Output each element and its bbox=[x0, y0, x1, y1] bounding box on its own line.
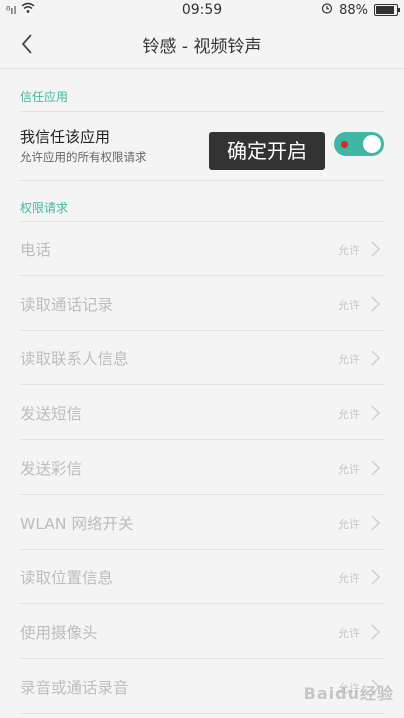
nav-bar: 铃感 - 视频铃声 bbox=[0, 20, 404, 68]
chevron-right-icon bbox=[371, 350, 381, 366]
status-right: 88% bbox=[321, 2, 400, 18]
permission-row[interactable]: 读取通话记录 允许 bbox=[0, 277, 404, 331]
permission-row[interactable]: 使用摄像头 允许 bbox=[0, 605, 404, 659]
permission-label: 录音或通话录音 bbox=[20, 678, 129, 697]
permission-value: 允许 bbox=[338, 517, 360, 531]
permission-value: 允许 bbox=[338, 462, 360, 476]
permission-row[interactable]: 发送短信 允许 bbox=[0, 386, 404, 441]
page-title: 铃感 - 视频铃声 bbox=[142, 37, 262, 57]
permission-label: 使用摄像头 bbox=[20, 623, 98, 642]
permission-row[interactable]: 电话 允许 bbox=[0, 222, 404, 276]
chevron-right-icon bbox=[371, 569, 381, 585]
permission-value: 允许 bbox=[338, 408, 360, 422]
divider bbox=[20, 712, 384, 714]
battery-percent: 88% bbox=[339, 2, 368, 18]
divider bbox=[20, 111, 384, 112]
permission-value: 允许 bbox=[338, 298, 360, 312]
permission-row[interactable]: 发送彩信 允许 bbox=[0, 441, 404, 495]
permission-label: 读取通话记录 bbox=[20, 295, 114, 314]
alarm-icon bbox=[321, 2, 333, 18]
red-dot-marker bbox=[341, 141, 348, 148]
permission-value: 允许 bbox=[338, 244, 360, 257]
trust-app-toggle[interactable] bbox=[334, 132, 384, 156]
nav-divider bbox=[0, 68, 404, 69]
permissions-section-header: 权限请求 bbox=[20, 201, 69, 215]
chevron-right-icon bbox=[371, 296, 381, 312]
permission-value: 允许 bbox=[338, 572, 360, 586]
permission-label: 发送彩信 bbox=[20, 459, 83, 478]
permission-label: 读取联系人信息 bbox=[20, 350, 129, 369]
status-bar: ⁰ıl 09:59 88% bbox=[0, 0, 404, 20]
confirm-tooltip: 确定开启 bbox=[209, 132, 325, 170]
permission-label: WLAN 网络开关 bbox=[20, 514, 134, 533]
trust-app-subtitle: 允许应用的所有权限请求 bbox=[20, 150, 147, 164]
trust-app-title: 我信任该应用 bbox=[20, 128, 111, 146]
permission-row[interactable]: WLAN 网络开关 允许 bbox=[0, 496, 404, 550]
chevron-right-icon bbox=[371, 405, 381, 421]
permission-label: 读取位置信息 bbox=[20, 569, 114, 588]
chevron-right-icon bbox=[371, 241, 381, 257]
permission-label: 电话 bbox=[20, 241, 52, 259]
battery-fill bbox=[376, 6, 394, 14]
watermark: Baidu经验 bbox=[303, 684, 394, 703]
permission-row[interactable]: 读取联系人信息 允许 bbox=[0, 331, 404, 386]
chevron-right-icon bbox=[371, 514, 381, 531]
battery-icon bbox=[374, 4, 400, 16]
permission-value: 允许 bbox=[338, 353, 360, 367]
toggle-knob bbox=[363, 135, 381, 153]
chevron-right-icon bbox=[371, 624, 381, 640]
trust-section-header: 信任应用 bbox=[20, 90, 69, 104]
permission-value: 允许 bbox=[338, 626, 360, 640]
divider bbox=[20, 180, 384, 181]
permission-label: 发送短信 bbox=[20, 405, 83, 424]
permission-row[interactable]: 读取位置信息 允许 bbox=[0, 550, 404, 605]
chevron-right-icon bbox=[371, 460, 381, 476]
